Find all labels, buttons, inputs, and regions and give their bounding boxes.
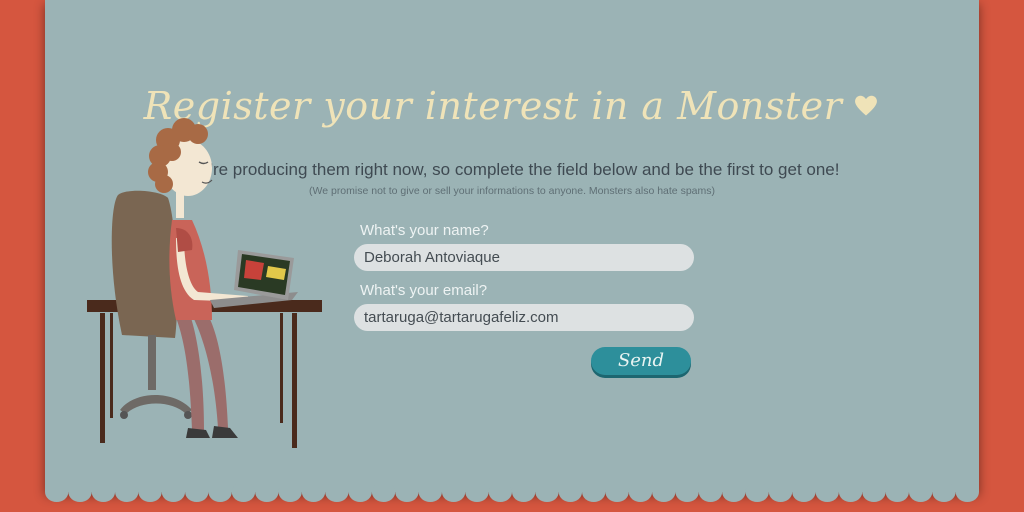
scallop xyxy=(605,484,629,502)
email-label: What's your email? xyxy=(360,282,488,299)
email-field[interactable] xyxy=(354,304,694,331)
scallop xyxy=(138,484,162,502)
scallop xyxy=(278,484,302,502)
scallop xyxy=(512,484,536,502)
scallop xyxy=(91,484,116,502)
woman-at-laptop-illustration xyxy=(87,118,322,448)
scallop xyxy=(745,484,769,502)
scallop xyxy=(45,484,69,502)
scallop xyxy=(535,484,559,502)
scallop xyxy=(441,484,466,502)
scallop xyxy=(301,484,326,502)
scallop xyxy=(698,484,723,502)
scallop xyxy=(208,484,232,502)
scalloped-edge xyxy=(45,484,979,502)
scallop xyxy=(558,484,583,502)
scallop xyxy=(488,484,512,502)
scallop xyxy=(768,484,793,502)
scallop xyxy=(348,484,372,502)
scallop xyxy=(838,484,863,502)
scallop xyxy=(115,484,139,502)
scallop xyxy=(161,484,186,502)
scallop xyxy=(255,484,279,502)
scallop xyxy=(418,484,442,502)
scallop xyxy=(932,484,956,502)
scallop xyxy=(68,484,92,502)
scallop xyxy=(885,484,909,502)
scallop xyxy=(628,484,653,502)
scallop xyxy=(955,484,979,502)
scallop xyxy=(465,484,489,502)
scallop xyxy=(185,484,209,502)
scallop xyxy=(652,484,676,502)
scallop xyxy=(371,484,396,502)
scallop xyxy=(862,484,886,502)
send-button[interactable]: Send xyxy=(591,347,691,375)
name-label: What's your name? xyxy=(360,222,489,239)
scallop xyxy=(231,484,256,502)
scallop xyxy=(675,484,699,502)
scallop xyxy=(395,484,419,502)
name-field[interactable] xyxy=(354,244,694,271)
heart-icon xyxy=(852,84,880,128)
scallop xyxy=(815,484,839,502)
scallop xyxy=(792,484,816,502)
scallop xyxy=(908,484,933,502)
scallop xyxy=(722,484,746,502)
scallop xyxy=(325,484,349,502)
scallop xyxy=(582,484,606,502)
